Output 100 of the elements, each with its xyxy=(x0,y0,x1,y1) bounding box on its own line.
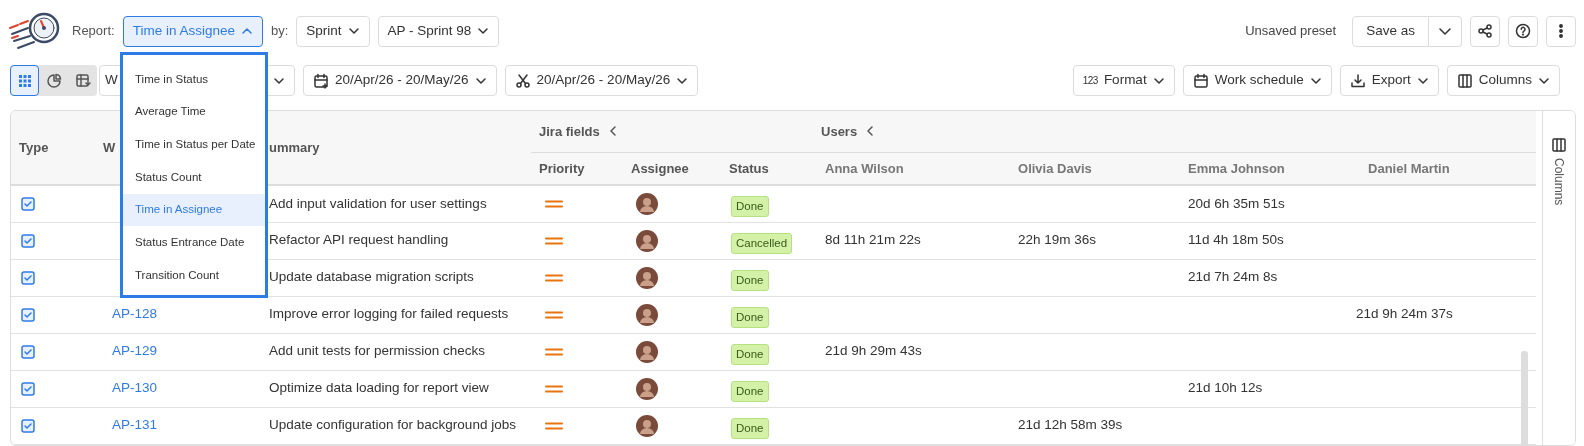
priority-medium-icon xyxy=(545,310,563,319)
avatar-icon xyxy=(636,377,658,400)
time-value: 21d 10h 12s xyxy=(1188,380,1263,396)
date-range-dropdown[interactable]: 20/Apr/26 - 20/May/26 xyxy=(504,65,699,96)
status-tag: Done xyxy=(731,269,769,292)
grid-view-icon xyxy=(16,72,33,89)
summary-text: Add input validation for user settings xyxy=(269,195,487,211)
scrollbar[interactable] xyxy=(1521,351,1528,445)
status-tag: Done xyxy=(731,417,769,440)
menu-item[interactable]: Status Entrance Date xyxy=(123,226,265,260)
avatar-icon xyxy=(636,303,658,326)
menu-item[interactable]: Transition Count xyxy=(123,259,265,292)
format-dropdown[interactable]: 123 Format xyxy=(1072,65,1175,96)
more-button[interactable] xyxy=(1546,15,1576,47)
calendar-icon xyxy=(1192,72,1209,89)
column-header: Daniel Martin xyxy=(1368,160,1450,176)
priority-medium-icon xyxy=(545,421,563,430)
pie-chart-icon xyxy=(45,72,62,89)
menu-item[interactable]: Status Count xyxy=(123,161,265,194)
caret-icon xyxy=(477,25,490,37)
column-header: ummary xyxy=(269,139,320,155)
task-type-icon xyxy=(21,233,35,248)
column-header: Type xyxy=(19,139,49,155)
priority-medium-icon xyxy=(545,273,563,282)
time-value: 11d 4h 18m 50s xyxy=(1188,232,1284,248)
download-icon xyxy=(1349,72,1366,89)
calendar-plus-icon xyxy=(313,72,329,89)
scissors-icon xyxy=(514,72,531,89)
issue-key-link[interactable]: AP-131 xyxy=(112,417,158,433)
view-toggle-button[interactable] xyxy=(10,65,39,96)
task-type-icon xyxy=(21,307,35,322)
time-value: 20d 6h 35m 51s xyxy=(1188,195,1285,211)
avatar-icon xyxy=(636,414,658,437)
status-tag: Done xyxy=(731,343,769,366)
menu-item[interactable]: Time in Status per Date xyxy=(123,128,265,162)
summary-text: Refactor API request handling xyxy=(269,232,449,248)
status-tag: Done xyxy=(731,306,769,329)
status-tag: Cancelled xyxy=(731,232,793,255)
time-value: 22h 19m 36s xyxy=(1018,232,1097,248)
menu-item[interactable]: Average Time xyxy=(123,95,265,129)
task-type-icon xyxy=(21,197,35,212)
task-type-icon xyxy=(21,381,35,396)
task-type-icon xyxy=(21,344,35,359)
column-header: Anna Wilson xyxy=(825,160,904,176)
help-button[interactable] xyxy=(1508,15,1538,47)
group-by-dropdown[interactable]: Sprint xyxy=(296,15,370,47)
priority-medium-icon xyxy=(545,200,563,209)
collapse-icon[interactable] xyxy=(865,125,876,138)
task-type-icon xyxy=(21,418,35,433)
more-icon xyxy=(1559,24,1563,38)
menu-item[interactable]: Time in Assignee xyxy=(123,193,265,227)
time-value: 21d 9h 29m 43s xyxy=(825,343,922,359)
column-header: Status xyxy=(729,160,769,176)
task-type-icon xyxy=(21,270,35,285)
avatar-icon xyxy=(636,229,658,252)
status-tag: Done xyxy=(731,196,769,218)
share-button[interactable] xyxy=(1470,15,1500,47)
column-header: Olivia Davis xyxy=(1018,160,1092,176)
issue-key-link[interactable]: AP-128 xyxy=(112,306,158,322)
issue-key-link[interactable]: AP-129 xyxy=(112,343,158,359)
sprint-dropdown[interactable]: AP - Sprint 98 xyxy=(377,15,500,47)
priority-medium-icon xyxy=(545,384,563,393)
issue-key-link[interactable]: AP-130 xyxy=(112,380,158,396)
save-options-button[interactable] xyxy=(1429,15,1462,47)
column-group-header: Jira fields xyxy=(539,122,600,141)
avatar-icon xyxy=(636,340,658,363)
side-panel-label[interactable]: Columns xyxy=(1550,158,1568,206)
summary-text: Optimize data loading for report view xyxy=(269,380,489,396)
columns-icon xyxy=(1456,72,1473,89)
report-label: Report: xyxy=(72,22,115,41)
summary-text: Update configuration for background jobs xyxy=(269,417,516,433)
preset-status: Unsaved preset xyxy=(1245,22,1337,41)
caret-icon xyxy=(347,25,360,37)
columns-dropdown[interactable]: Columns xyxy=(1446,65,1560,96)
collapse-icon[interactable] xyxy=(607,125,618,138)
table-sync-icon xyxy=(74,72,91,89)
help-icon xyxy=(1515,23,1531,39)
save-as-button[interactable]: Save as xyxy=(1352,15,1429,47)
date-range-dropdown[interactable]: 20/Apr/26 - 20/May/26 xyxy=(303,65,497,96)
column-group-header: Users xyxy=(821,122,858,141)
column-header: W xyxy=(103,139,116,155)
avatar-icon xyxy=(636,192,658,215)
export-dropdown[interactable]: Export xyxy=(1339,65,1439,96)
caret-up-icon xyxy=(240,25,253,37)
column-header: Assignee xyxy=(631,160,689,176)
summary-text: Add unit tests for permission checks xyxy=(269,343,486,359)
avatar-icon xyxy=(636,266,658,289)
priority-medium-icon xyxy=(545,347,563,356)
summary-text: Update database migration scripts xyxy=(269,269,474,285)
summary-text: Improve error logging for failed requests xyxy=(269,306,509,322)
column-header: Priority xyxy=(539,160,585,176)
time-value: 21d 12h 58m 39s xyxy=(1018,417,1123,433)
column-header: Emma Johnson xyxy=(1188,160,1285,176)
report-dropdown[interactable]: Time in Assignee xyxy=(122,15,263,47)
time-value: 21d 7h 24m 8s xyxy=(1188,269,1278,285)
menu-item[interactable]: Time in Status xyxy=(123,63,265,96)
work-schedule-dropdown[interactable]: Work schedule xyxy=(1182,65,1332,96)
share-icon xyxy=(1478,24,1492,38)
time-value: 8d 11h 21m 22s xyxy=(825,232,921,248)
columns-icon[interactable] xyxy=(1552,138,1566,152)
